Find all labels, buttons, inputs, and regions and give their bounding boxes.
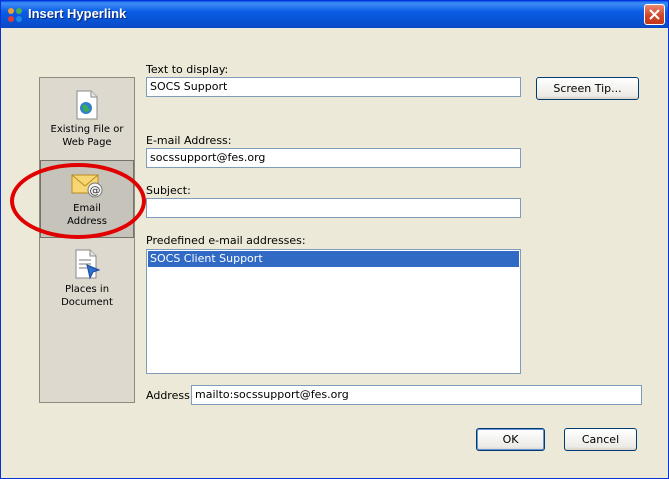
link-to-sidebar: Existing File or Web Page @ Email Addres…	[39, 77, 135, 403]
text-to-display-label: Text to display:	[146, 63, 229, 76]
screen-tip-button[interactable]: Screen Tip...	[536, 77, 639, 100]
sidebar-item-existing-file[interactable]: Existing File or Web Page	[40, 90, 134, 160]
subject-label: Subject:	[146, 184, 191, 197]
title-bar[interactable]: Insert Hyperlink	[1, 1, 668, 28]
svg-text:@: @	[90, 184, 101, 197]
insert-hyperlink-dialog: Insert Hyperlink Existing File or Web Pa…	[0, 0, 669, 479]
address-label: Address:	[146, 389, 194, 402]
app-icon	[8, 8, 22, 22]
close-button[interactable]	[644, 4, 665, 25]
email-address-input[interactable]: socssupport@fes.org	[146, 148, 521, 168]
subject-input[interactable]	[146, 198, 521, 218]
predefined-addresses-label: Predefined e-mail addresses:	[146, 234, 306, 247]
email-address-label: E-mail Address:	[146, 134, 232, 147]
address-input[interactable]: mailto:socssupport@fes.org	[191, 385, 642, 405]
window-title: Insert Hyperlink	[28, 6, 127, 21]
sidebar-item-email-address[interactable]: @ Email Address	[40, 160, 134, 238]
email-envelope-icon: @	[71, 174, 103, 198]
sidebar-item-label: Web Page	[62, 137, 112, 148]
cancel-button[interactable]: Cancel	[564, 428, 637, 451]
globe-document-icon	[76, 90, 98, 120]
predefined-addresses-list[interactable]: SOCS Client Support	[146, 249, 521, 374]
sidebar-item-label: Email	[73, 203, 101, 214]
list-item[interactable]: SOCS Client Support	[148, 251, 519, 267]
sidebar-item-label: Document	[61, 297, 113, 308]
close-icon	[649, 9, 660, 20]
sidebar-item-places-in-document[interactable]: Places in Document	[40, 248, 134, 326]
sidebar-item-label: Places in	[64, 284, 110, 295]
sidebar-item-label: Existing File or	[50, 124, 124, 135]
sidebar-item-label: Address	[67, 216, 107, 227]
text-to-display-input[interactable]: SOCS Support	[146, 77, 521, 97]
ok-button[interactable]: OK	[476, 428, 545, 451]
document-bookmark-icon	[75, 249, 101, 280]
